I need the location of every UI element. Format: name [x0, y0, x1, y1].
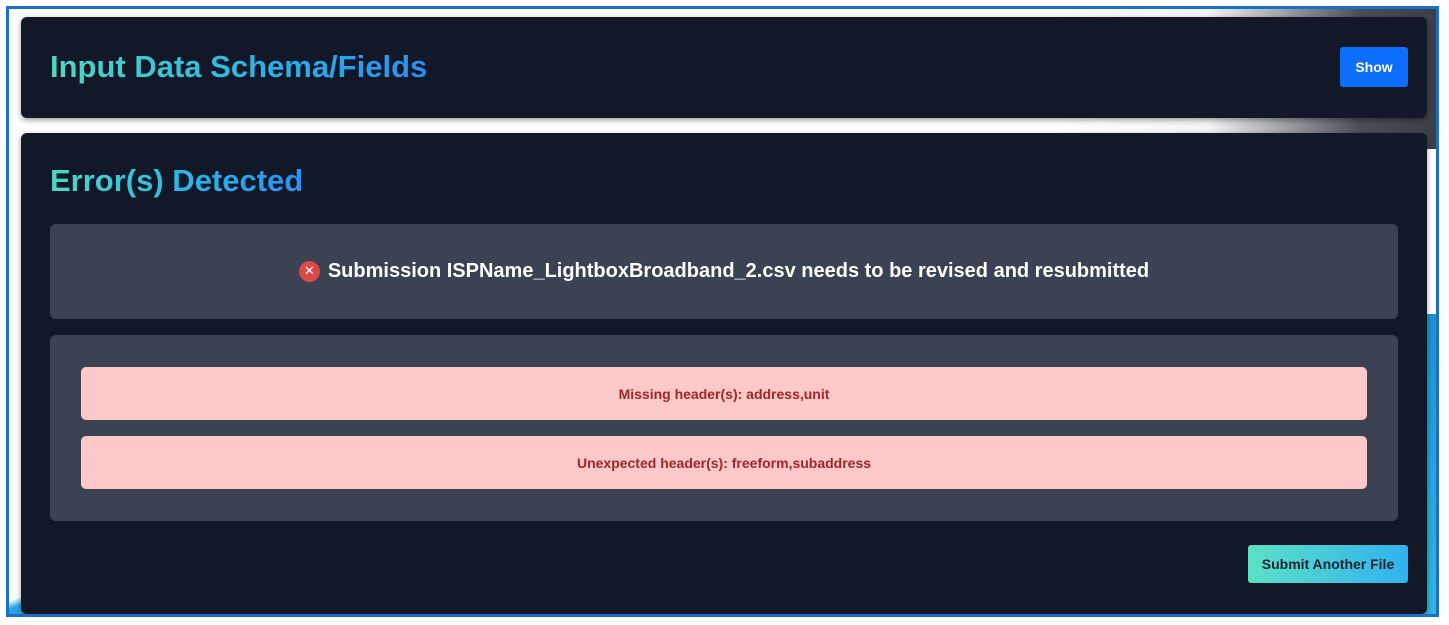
- schema-card-title: Input Data Schema/Fields: [50, 49, 428, 84]
- show-schema-button[interactable]: Show: [1340, 47, 1408, 87]
- error-message-unexpected-headers: Unexpected header(s): freeform,subaddres…: [81, 436, 1367, 489]
- error-message-missing-headers: Missing header(s): address,unit: [81, 367, 1367, 420]
- error-x-circle-icon: ✕: [298, 261, 320, 282]
- errors-card-title: Error(s) Detected: [50, 163, 304, 198]
- error-details-panel: Missing header(s): address,unit Unexpect…: [50, 335, 1398, 521]
- submit-another-file-button[interactable]: Submit Another File: [1248, 545, 1408, 583]
- errors-card: Error(s) Detected ✕ Submission ISPName_L…: [21, 133, 1427, 614]
- error-summary-panel: ✕ Submission ISPName_LightboxBroadband_2…: [50, 224, 1398, 319]
- schema-card: Input Data Schema/Fields Show: [21, 17, 1427, 118]
- error-summary-text: Submission ISPName_LightboxBroadband_2.c…: [327, 260, 1150, 282]
- page-frame: Input Data Schema/Fields Show Error(s) D…: [6, 6, 1439, 617]
